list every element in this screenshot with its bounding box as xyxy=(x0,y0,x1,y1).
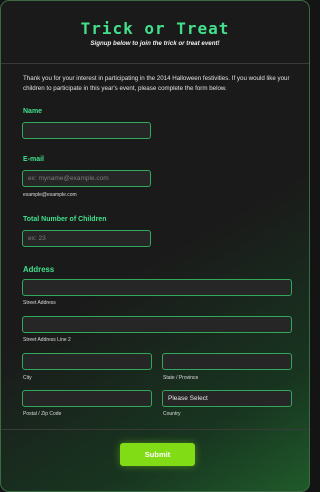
form-card: Trick or Treat Signup below to join the … xyxy=(0,0,310,492)
street-address-line2-hint: Street Address Line 2 xyxy=(23,337,71,343)
street-address-line2-input[interactable] xyxy=(22,316,292,333)
city-hint: City xyxy=(23,375,32,381)
form-subtitle: Signup below to join the trick or treat … xyxy=(90,40,220,47)
postal-code-input[interactable] xyxy=(22,390,152,407)
state-hint: State / Province xyxy=(163,375,199,381)
email-input[interactable]: ex: myname@example.com xyxy=(22,170,151,187)
children-label: Total Number of Children xyxy=(23,216,107,223)
postal-code-hint: Postal / Zip Code xyxy=(23,411,62,417)
street-address-hint: Street Address xyxy=(23,300,56,306)
city-input[interactable] xyxy=(22,353,152,370)
name-input[interactable] xyxy=(22,122,151,139)
children-input[interactable]: ex: 23 xyxy=(22,230,151,247)
name-label: Name xyxy=(23,108,43,115)
form-title: Trick or Treat xyxy=(80,19,230,38)
email-hint: example@example.com xyxy=(23,192,77,198)
country-hint: Country xyxy=(163,411,181,417)
street-address-input[interactable] xyxy=(22,279,292,296)
submit-button[interactable]: Submit xyxy=(120,443,195,466)
state-input[interactable] xyxy=(162,353,292,370)
address-label: Address xyxy=(23,265,55,274)
intro-text: Thank you for your interest in participa… xyxy=(23,75,290,92)
email-label: E-mail xyxy=(23,156,45,163)
form-header: Trick or Treat Signup below to join the … xyxy=(1,1,309,64)
country-select[interactable]: Please Select xyxy=(162,390,292,407)
